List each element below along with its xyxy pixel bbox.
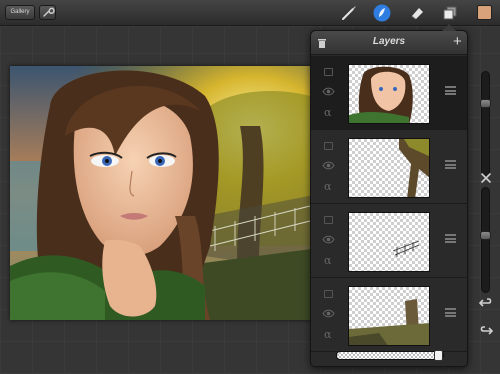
eye-icon[interactable] [322, 309, 335, 318]
drag-handle-icon[interactable] [445, 160, 456, 169]
layers-header: Layers + [311, 31, 467, 55]
layer-opacity-knob[interactable] [434, 350, 443, 361]
eye-icon[interactable] [322, 161, 335, 170]
drag-handle-icon[interactable] [445, 234, 456, 243]
layer-checkbox[interactable] [324, 290, 333, 298]
color-swatch[interactable] [477, 5, 492, 20]
layers-tool[interactable] [441, 4, 459, 22]
artwork-canvas[interactable] [10, 66, 335, 320]
eraser-icon [411, 8, 423, 20]
brush-icon [342, 6, 356, 20]
brush-size-slider[interactable] [480, 71, 491, 177]
eye-icon[interactable] [322, 235, 335, 244]
drag-handle-icon[interactable] [445, 86, 456, 95]
layer-thumbnail [348, 64, 430, 124]
layer-opacity-slider[interactable] [336, 350, 444, 361]
layer-row[interactable]: α [311, 130, 467, 204]
alpha-lock-icon[interactable]: α [324, 180, 331, 193]
layer-row[interactable]: α [311, 56, 467, 130]
layer-row[interactable]: α [311, 278, 467, 352]
drag-handle-icon[interactable] [445, 308, 456, 317]
brush-size-knob[interactable] [480, 98, 491, 108]
brush-tool[interactable] [340, 4, 358, 22]
layer-checkbox[interactable] [324, 68, 333, 76]
undo-icon[interactable] [479, 295, 493, 309]
layers-panel: Layers + α α α α [310, 24, 468, 367]
layer-row[interactable]: α [311, 204, 467, 278]
panel-arrow [442, 24, 456, 31]
eraser-tool[interactable] [408, 4, 426, 22]
brush-opacity-slider[interactable] [480, 187, 491, 293]
layer-thumbnail [348, 286, 430, 346]
alpha-lock-icon[interactable]: α [324, 254, 331, 267]
add-layer-button[interactable]: + [453, 34, 462, 49]
smudge-tool[interactable] [373, 4, 391, 22]
brush-opacity-knob[interactable] [480, 230, 491, 240]
redo-icon[interactable] [479, 323, 493, 337]
right-sidebar [472, 27, 500, 374]
top-toolbar: Gallery [0, 0, 500, 26]
layers-title: Layers [372, 36, 406, 47]
layer-checkbox[interactable] [324, 216, 333, 224]
actions-button[interactable] [39, 5, 56, 20]
alpha-lock-icon[interactable]: α [324, 328, 331, 341]
alpha-lock-icon[interactable]: α [324, 106, 331, 119]
layer-thumbnail [348, 212, 430, 272]
gallery-button[interactable]: Gallery [5, 5, 35, 20]
layer-checkbox[interactable] [324, 142, 333, 150]
smudge-icon [373, 4, 391, 22]
layers-icon [443, 6, 457, 20]
eye-icon[interactable] [322, 87, 335, 96]
wrench-icon [43, 7, 55, 17]
swap-icon[interactable] [479, 171, 493, 185]
layer-thumbnail [348, 138, 430, 198]
